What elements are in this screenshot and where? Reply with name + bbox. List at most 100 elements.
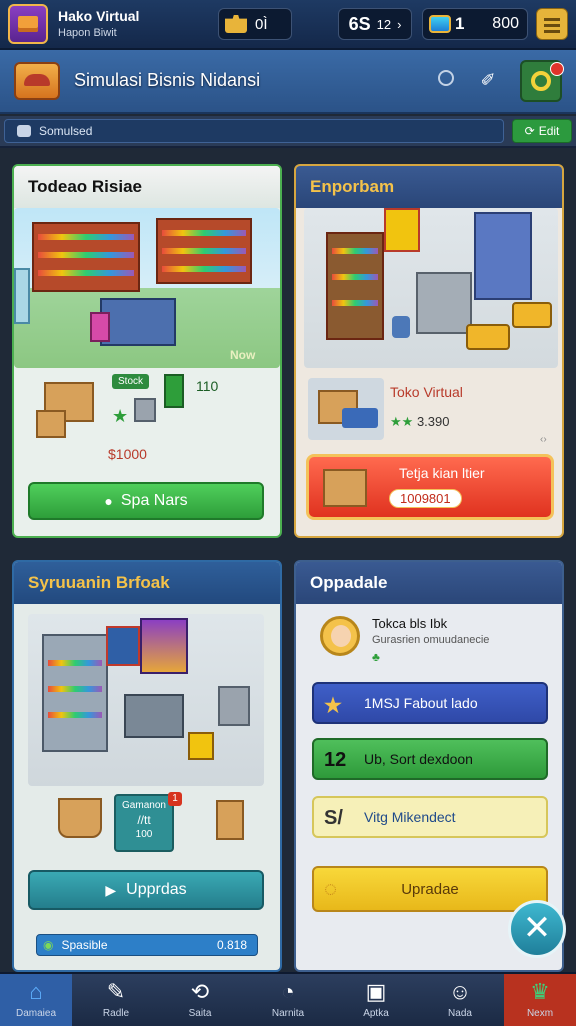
option-3-label: Vitg Mikendect bbox=[364, 809, 456, 825]
info-badge: 1 bbox=[168, 792, 182, 806]
stock-badge: Stock bbox=[112, 374, 150, 389]
sign-blue bbox=[106, 626, 140, 666]
promo-price: 1009801 bbox=[389, 489, 462, 508]
profile-avatar bbox=[320, 616, 360, 656]
upgrade-scene bbox=[28, 614, 264, 786]
close-fab-button[interactable]: ✕ bbox=[508, 900, 566, 958]
tab-apps-label: Aptka bbox=[363, 1008, 389, 1019]
crown-icon: ♛ bbox=[530, 979, 550, 1004]
stats-icon: ◔ bbox=[281, 979, 295, 1004]
chat-bubble-icon: ◌ bbox=[324, 876, 338, 901]
coin-count: 800 bbox=[492, 15, 519, 32]
info-title: Gamanon bbox=[122, 800, 166, 811]
tab-stats[interactable]: ◔ Narnita bbox=[252, 974, 324, 1026]
promo-title: Tetja kian ltier bbox=[399, 465, 485, 481]
refresh-icon: ⟳ bbox=[524, 124, 535, 138]
page-title: Simulasi Bisnis Nidansi bbox=[74, 70, 261, 90]
apps-icon: ▣ bbox=[365, 979, 387, 1004]
option-3[interactable]: S/ Vitg Mikendect bbox=[312, 796, 548, 838]
tab-stats-label: Narnita bbox=[271, 1008, 305, 1019]
progress-bar: ◉ Spasible 0.818 bbox=[36, 934, 258, 956]
home-icon: ⌂ bbox=[29, 979, 43, 1004]
puzzle-count: 0Ì bbox=[255, 15, 268, 33]
upgrade-button[interactable]: ▶ Upprdas bbox=[28, 870, 264, 910]
sales-icon: ⟲ bbox=[190, 979, 210, 1004]
tab-profile-label: Nada bbox=[448, 1008, 472, 1019]
store-card: Todeao Risiae Now Stock 110 ★ $1000 ● Sp… bbox=[12, 164, 282, 538]
app-title: Hako Virtual bbox=[58, 8, 140, 24]
checkout-counter bbox=[100, 298, 176, 346]
ring-icon bbox=[531, 71, 551, 91]
tab-trade[interactable]: ✎ Radle bbox=[80, 974, 152, 1026]
profile-desc: Gurasrien omuudanecie bbox=[372, 634, 490, 646]
scene-tag: Now bbox=[230, 348, 256, 362]
tab-news[interactable]: ♛ Nexm bbox=[504, 974, 576, 1026]
door bbox=[14, 268, 30, 324]
status-circle-icon[interactable] bbox=[438, 70, 454, 86]
delivery-truck-2 bbox=[512, 302, 552, 328]
top-bar: Hako Virtual Hapon Biwit 0Ì 6S 12 › 1 80… bbox=[0, 0, 576, 50]
arrow-icon: › bbox=[397, 16, 402, 32]
promo-button[interactable]: Tetja kian ltier 1009801 bbox=[306, 454, 554, 520]
menu-button[interactable] bbox=[536, 8, 568, 40]
star-icon: ★ bbox=[112, 406, 129, 426]
shelf-right bbox=[156, 218, 252, 284]
puzzle-counter[interactable]: 0Ì bbox=[218, 8, 292, 40]
gem-counter[interactable]: 1 800 bbox=[422, 8, 528, 40]
chat-icon bbox=[17, 125, 31, 137]
thumb-truck bbox=[342, 408, 378, 428]
barrel bbox=[392, 316, 410, 338]
profile-name: Tokca bls Ibk bbox=[372, 616, 448, 631]
promo-crate-icon bbox=[323, 469, 367, 507]
upgrade-yellow-button[interactable]: ◌ Upradae bbox=[312, 866, 548, 912]
info-tile[interactable]: Gamanon //tt 100 bbox=[114, 794, 174, 852]
bottom-tab-bar: ⌂ Damaiea ✎ Radle ⟲ Saita ◔ Narnita ▣ Ap… bbox=[0, 972, 576, 1026]
product-can bbox=[164, 374, 184, 408]
info-value: 100 bbox=[135, 829, 153, 840]
option-2[interactable]: 12 Ub, Sort dexdoon bbox=[312, 738, 548, 780]
status-bar: Somulsed ⟳ Edit bbox=[0, 116, 576, 148]
progress-value: 0.818 bbox=[216, 938, 247, 952]
wrench-icon[interactable]: ✐ bbox=[478, 70, 498, 90]
shelf-left bbox=[32, 222, 140, 292]
tab-sales[interactable]: ⟲ Saita bbox=[164, 974, 236, 1026]
tab-profile[interactable]: ☺ Nada bbox=[424, 974, 496, 1026]
app-subtitle: Hapon Biwit bbox=[58, 27, 117, 39]
tab-home[interactable]: ⌂ Damaiea bbox=[0, 974, 72, 1026]
robot-icon bbox=[134, 398, 156, 422]
puzzle-icon bbox=[225, 15, 247, 33]
parcel-icon bbox=[216, 800, 244, 840]
edit-button[interactable]: ⟳ Edit bbox=[512, 119, 572, 143]
clover-icon: ♣ bbox=[372, 650, 380, 664]
rating-star-icon: ★★ bbox=[390, 414, 414, 429]
crate-small bbox=[36, 410, 66, 438]
tab-apps[interactable]: ▣ Aptka bbox=[340, 974, 412, 1026]
tab-news-label: Nexm bbox=[526, 1008, 554, 1019]
option-1-lead: ★ bbox=[324, 695, 342, 717]
level-counter[interactable]: 6S 12 › bbox=[338, 8, 412, 40]
gem-icon bbox=[429, 15, 451, 33]
emporium-scene bbox=[304, 208, 558, 368]
profile-icon: ☺ bbox=[448, 979, 472, 1004]
option-1-label: 1MSJ Fabout lado bbox=[364, 695, 478, 711]
info-line: //tt bbox=[137, 813, 151, 827]
upgrade-label: Upprdas bbox=[126, 881, 187, 898]
upgrade-yellow-label: Upradae bbox=[401, 880, 459, 898]
store-card-title: Todeao Risiae bbox=[14, 166, 280, 208]
delivery-truck bbox=[466, 324, 510, 350]
tab-home-label: Damaiea bbox=[15, 1008, 57, 1019]
promo-price-pill: 1009801 bbox=[389, 489, 462, 508]
option-1[interactable]: ★ 1MSJ Fabout lado bbox=[312, 682, 548, 724]
play-icon: ▶ bbox=[105, 881, 117, 898]
gold-crate bbox=[188, 732, 214, 760]
display-shelf bbox=[42, 634, 108, 752]
register bbox=[218, 686, 250, 726]
lemon-basket-icon bbox=[58, 798, 102, 838]
trade-icon: ✎ bbox=[106, 979, 126, 1004]
gem-count: 1 bbox=[455, 14, 465, 33]
level-text: 6S bbox=[348, 13, 371, 34]
store-scene: Now bbox=[14, 208, 280, 368]
upgrade-title: Syruuanin Brfoak bbox=[14, 562, 280, 604]
spa-nars-button[interactable]: ● Spa Nars bbox=[28, 482, 264, 520]
status-field[interactable]: Somulsed bbox=[4, 119, 504, 143]
